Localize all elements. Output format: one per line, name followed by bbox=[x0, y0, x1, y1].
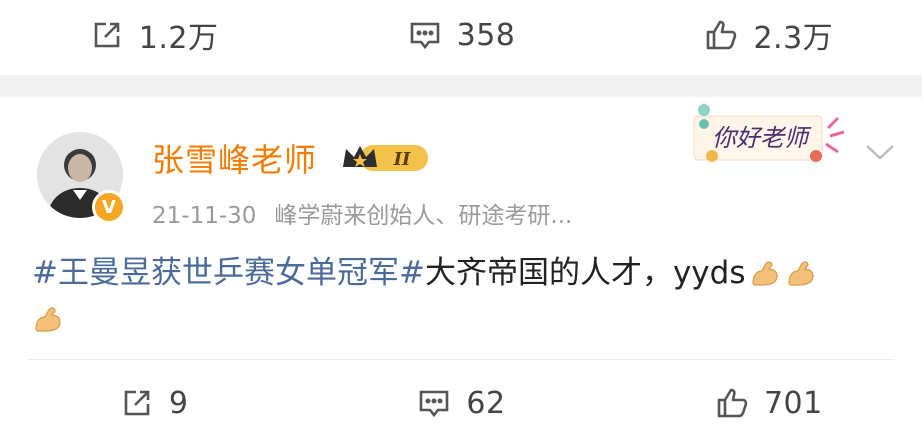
like-icon bbox=[717, 388, 748, 418]
repost-button[interactable]: 9 bbox=[0, 385, 307, 421]
comment-count: 62 bbox=[466, 385, 506, 421]
like-button[interactable]: 2.3万 bbox=[615, 13, 922, 57]
flexed-biceps-icon bbox=[752, 261, 779, 286]
topic-link[interactable]: #王曼昱获世乒赛女单冠军# bbox=[32, 255, 425, 291]
post-body-text: 大齐帝国的人才，yyds bbox=[424, 255, 746, 291]
repost-count: 1.2万 bbox=[138, 21, 219, 56]
comment-count: 358 bbox=[456, 17, 516, 53]
verified-badge: V bbox=[92, 190, 126, 224]
comment-icon bbox=[420, 390, 449, 418]
chevron-down-icon[interactable] bbox=[864, 141, 896, 163]
repost-icon bbox=[124, 390, 150, 416]
decor-badge: 你好老师 bbox=[693, 104, 845, 162]
vip-crown-icon: II bbox=[343, 145, 428, 171]
like-button[interactable]: 701 bbox=[615, 385, 922, 421]
username[interactable]: 张雪峰老师 bbox=[152, 135, 317, 181]
flexed-biceps-icon bbox=[35, 307, 61, 332]
comment-button[interactable]: 358 bbox=[307, 17, 614, 53]
comment-icon bbox=[410, 22, 439, 50]
flexed-biceps-icon bbox=[788, 261, 815, 286]
repost-icon bbox=[94, 22, 120, 48]
post-meta: 21-11-30 峰学蔚来创始人、研途考研... bbox=[152, 196, 572, 230]
post-action-bar: 9 62 701 bbox=[0, 365, 922, 441]
post-content: #王曼昱获世乒赛女单冠军#大齐帝国的人才，yyds bbox=[32, 250, 902, 342]
repost-count: 9 bbox=[168, 385, 189, 421]
vip-level: II bbox=[393, 149, 411, 170]
post-date: 21-11-30 bbox=[152, 203, 257, 229]
like-icon bbox=[707, 20, 737, 50]
comment-button[interactable]: 62 bbox=[307, 385, 614, 421]
repost-button[interactable]: 1.2万 bbox=[0, 13, 307, 57]
feed-divider bbox=[0, 75, 922, 97]
post-source: 峰学蔚来创始人、研途考研... bbox=[274, 203, 573, 229]
like-count: 2.3万 bbox=[753, 21, 834, 56]
card-separator bbox=[28, 359, 894, 360]
decor-badge-text: 你好老师 bbox=[712, 124, 812, 152]
previous-post-action-bar: 1.2万 358 2.3万 bbox=[0, 0, 922, 70]
like-count: 701 bbox=[763, 385, 823, 421]
